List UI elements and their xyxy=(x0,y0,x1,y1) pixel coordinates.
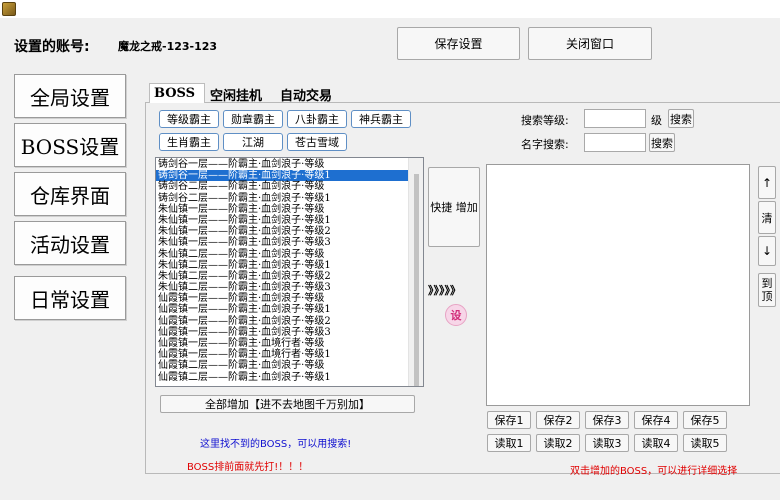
add-all-button[interactable]: 全部增加【进不去地图千万别加】 xyxy=(160,395,415,413)
level-search-button[interactable]: 搜索 xyxy=(668,109,694,128)
list-item[interactable]: 铸剑谷一层——阶霸主·血剑浪子·等级1 xyxy=(156,170,408,182)
search-hint: 这里找不到的BOSS，可以用搜索! xyxy=(200,439,352,450)
tab-trade[interactable]: 自动交易 xyxy=(280,85,332,104)
list-item[interactable]: 朱仙镇一层——阶霸主·血剑浪子·等级1 xyxy=(156,215,408,226)
sidebar-item-daily[interactable]: 日常设置 xyxy=(14,276,126,320)
list-item[interactable]: 朱仙镇一层——阶霸主·血剑浪子·等级3 xyxy=(156,237,408,248)
sidebar-item-warehouse[interactable]: 仓库界面 xyxy=(14,172,126,216)
filter-weapon-boss[interactable]: 神兵霸主 xyxy=(351,110,411,128)
list-item[interactable]: 朱仙镇二层——阶霸主·血剑浪子·等级1 xyxy=(156,260,408,271)
boss-list[interactable]: 铸剑谷一层——阶霸主·血剑浪子·等级 铸剑谷一层——阶霸主·血剑浪子·等级1 铸剑谷… xyxy=(155,157,424,387)
sidebar-item-global[interactable]: 全局设置 xyxy=(14,74,126,118)
title-bar xyxy=(0,0,780,18)
move-top-button[interactable]: 到顶 xyxy=(758,273,776,307)
clear-button[interactable]: 清 xyxy=(758,201,776,234)
name-search-button[interactable]: 搜索 xyxy=(649,133,675,152)
list-item[interactable]: 仙霞镇二层——阶霸主·血剑浪子·等级 xyxy=(156,360,408,371)
list-item[interactable]: 仙霞镇一层——阶霸主·血剑浪子·等级1 xyxy=(156,304,408,315)
move-up-button[interactable]: ↑ xyxy=(758,166,776,199)
save-slot-5[interactable]: 保存5 xyxy=(683,411,727,429)
list-item[interactable]: 铸剑谷二层——阶霸主·血剑浪子·等级1 xyxy=(156,193,408,204)
app-icon xyxy=(2,2,16,16)
filter-bagua-boss[interactable]: 八卦霸主 xyxy=(287,110,347,128)
list-item[interactable]: 朱仙镇二层——阶霸主·血剑浪子·等级2 xyxy=(156,271,408,282)
list-item[interactable]: 仙霞镇二层——阶霸主·血剑浪子·等级1 xyxy=(156,372,408,383)
scrollbar-thumb[interactable] xyxy=(414,174,419,386)
list-item[interactable]: 仙霞镇一层——阶霸主·血剑浪子·等级 xyxy=(156,293,408,304)
priority-hint: BOSS排前面就先打!！！！ xyxy=(187,462,309,473)
level-search-label: 搜索等级: xyxy=(521,114,569,127)
move-down-button[interactable]: ↓ xyxy=(758,236,776,266)
filter-medal-boss[interactable]: 勋章霸主 xyxy=(223,110,283,128)
list-item[interactable]: 朱仙镇一层——阶霸主·血剑浪子·等级 xyxy=(156,204,408,215)
list-item[interactable]: 仙霞镇一层——阶霸主·血剑浪子·等级3 xyxy=(156,327,408,338)
tab-idle[interactable]: 空闲挂机 xyxy=(210,85,262,104)
quick-add-button[interactable]: 快捷 增加 xyxy=(428,167,480,247)
load-slot-1[interactable]: 读取1 xyxy=(487,434,531,452)
list-item[interactable]: 铸剑谷二层——阶霸主·血剑浪子·等级 xyxy=(156,181,408,192)
level-search-input[interactable] xyxy=(584,109,646,128)
save-slot-3[interactable]: 保存3 xyxy=(585,411,629,429)
load-slot-3[interactable]: 读取3 xyxy=(585,434,629,452)
load-slot-2[interactable]: 读取2 xyxy=(536,434,580,452)
save-slot-2[interactable]: 保存2 xyxy=(536,411,580,429)
filter-jianghu[interactable]: 江湖 xyxy=(223,133,283,151)
list-item[interactable]: 仙霞镇一层——阶霸主·血剑浪子·等级2 xyxy=(156,316,408,327)
list-item[interactable]: 朱仙镇二层——阶霸主·血剑浪子·等级 xyxy=(156,249,408,260)
save-slot-4[interactable]: 保存4 xyxy=(634,411,678,429)
tab-boss[interactable]: BOSS xyxy=(149,83,205,103)
name-search-input[interactable] xyxy=(584,133,646,152)
account-label: 设置的账号: xyxy=(14,39,90,55)
boss-list-scrollbar[interactable] xyxy=(408,158,423,386)
save-slot-1[interactable]: 保存1 xyxy=(487,411,531,429)
sidebar-item-activity[interactable]: 活动设置 xyxy=(14,221,126,265)
list-item[interactable]: 铸剑谷一层——阶霸主·血剑浪子·等级 xyxy=(156,159,408,170)
name-search-label: 名字搜索: xyxy=(521,138,569,151)
load-slot-4[interactable]: 读取4 xyxy=(634,434,678,452)
level-unit: 级 xyxy=(651,114,662,127)
sidebar-item-boss[interactable]: BOSS设置 xyxy=(14,123,126,167)
list-item[interactable]: 仙霞镇一层——阶霸主·血境行者·等级1 xyxy=(156,349,408,360)
arrows-indicator: 》》》》》 xyxy=(428,284,461,297)
load-slot-5[interactable]: 读取5 xyxy=(683,434,727,452)
account-value: 魔龙之戒-123-123 xyxy=(118,40,218,53)
panel-left-border xyxy=(145,102,146,474)
filter-level-boss[interactable]: 等级霸主 xyxy=(159,110,219,128)
list-item[interactable]: 朱仙镇一层——阶霸主·血剑浪子·等级2 xyxy=(156,226,408,237)
filter-snow-region[interactable]: 苍古雪域 xyxy=(287,133,347,151)
filter-zodiac-boss[interactable]: 生肖霸主 xyxy=(159,133,219,151)
added-boss-list[interactable] xyxy=(486,164,750,406)
list-item[interactable]: 仙霞镇一层——阶霸主·血境行者·等级 xyxy=(156,338,408,349)
close-window-button[interactable]: 关闭窗口 xyxy=(528,27,652,60)
save-settings-button[interactable]: 保存设置 xyxy=(397,27,520,60)
list-item[interactable]: 朱仙镇二层——阶霸主·血剑浪子·等级3 xyxy=(156,282,408,293)
detail-hint: 双击增加的BOSS，可以进行详细选择 xyxy=(570,466,738,477)
settings-icon[interactable]: 设 xyxy=(445,304,467,326)
